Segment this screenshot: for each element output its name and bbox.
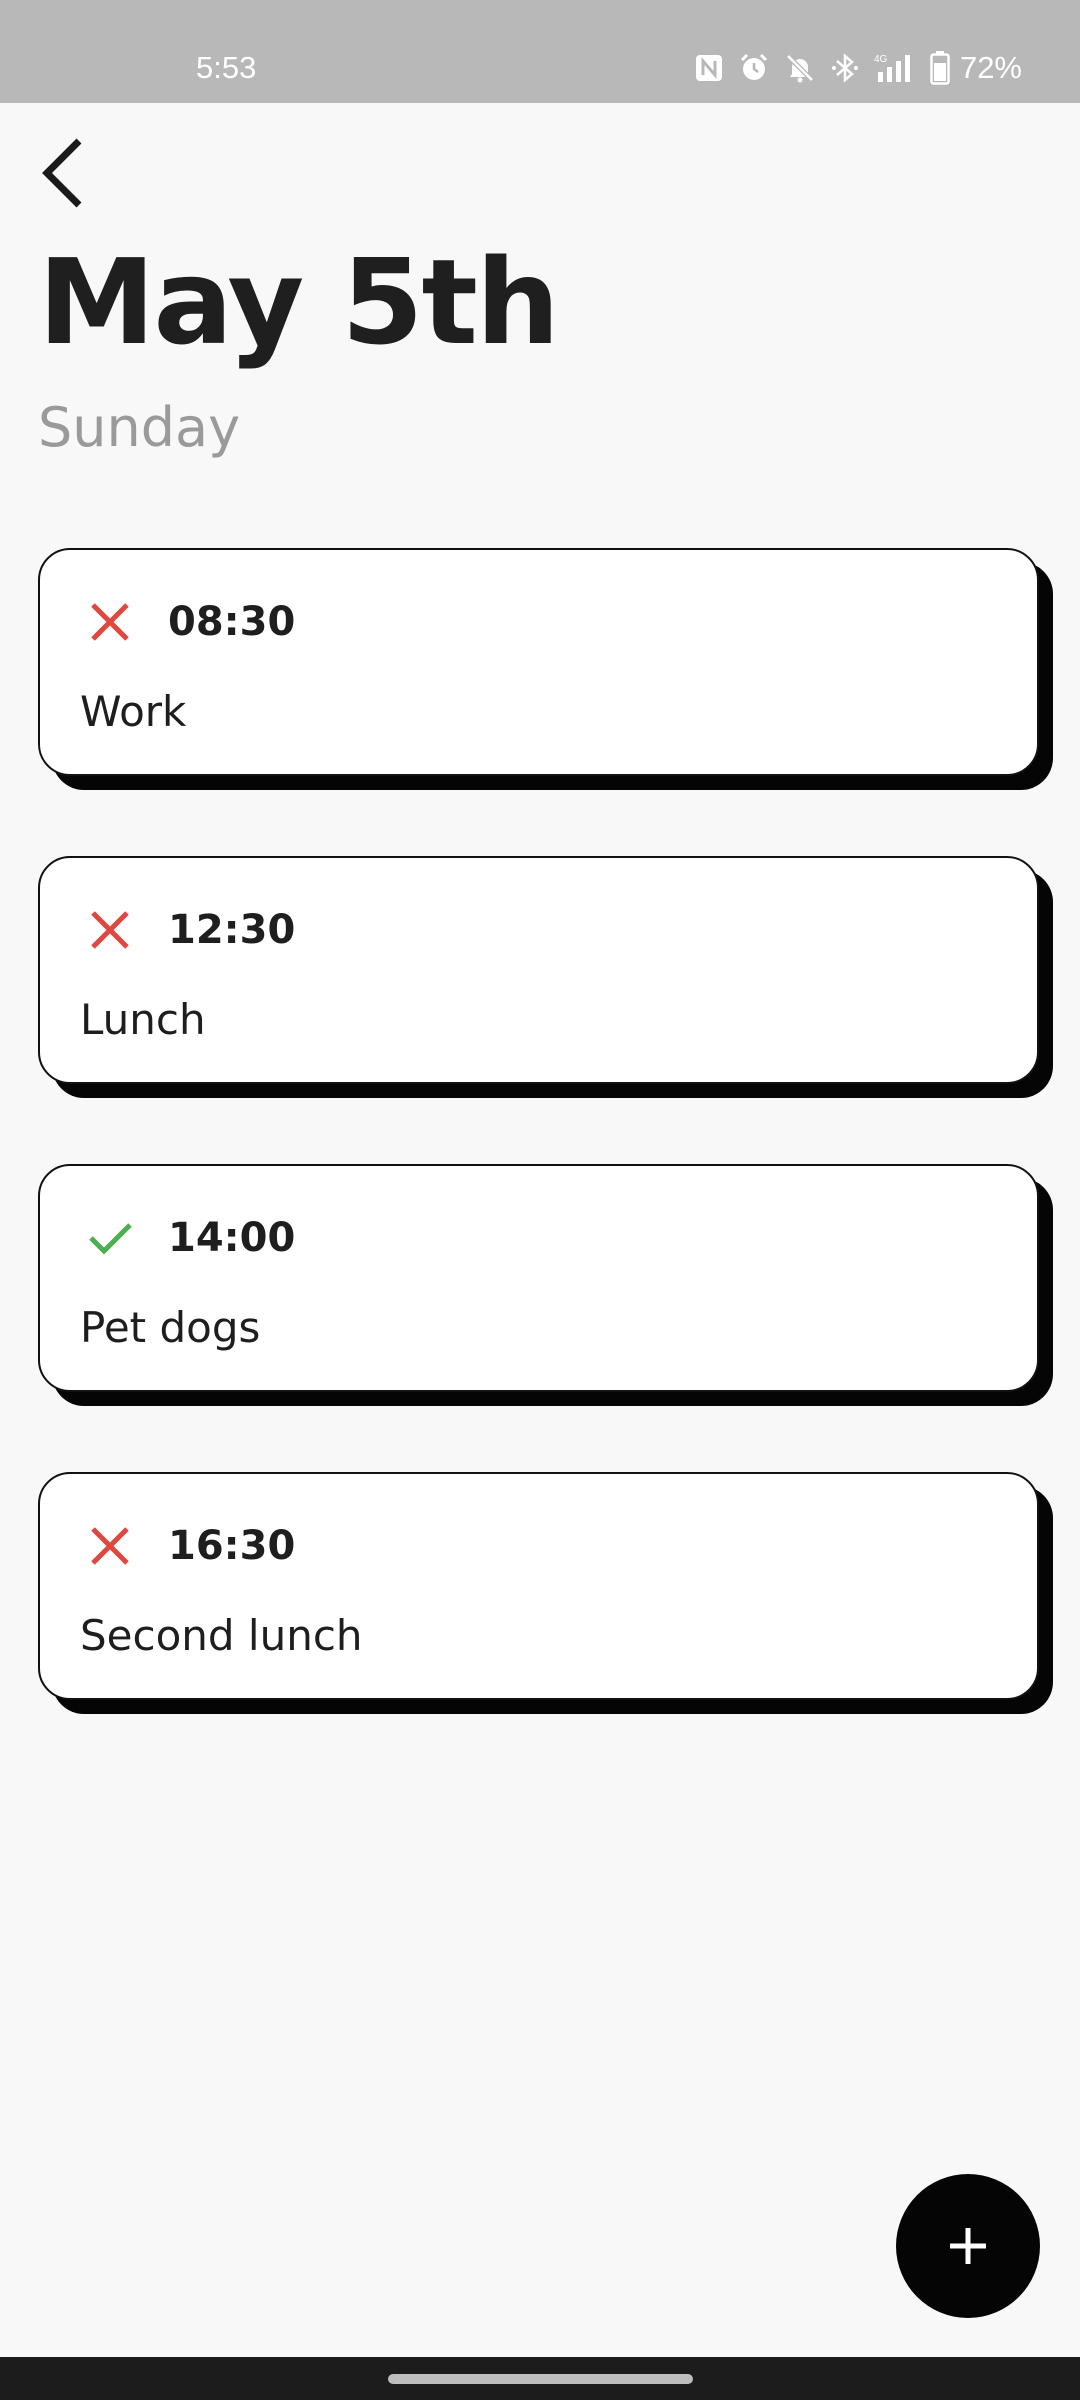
task-time: 14:00 [168,1215,296,1261]
status-bar: 5:53 4G 72% [0,0,1080,103]
cross-icon[interactable] [88,908,132,952]
mute-icon [784,52,816,84]
battery-icon [930,51,950,85]
task-card[interactable]: 16:30 Second lunch [38,1472,1039,1700]
task-time: 08:30 [168,599,296,645]
bluetooth-icon [830,52,860,84]
page-subtitle: Sunday [38,396,241,459]
status-icons: 4G 72% [694,46,1022,90]
task-time: 16:30 [168,1523,296,1569]
battery-percentage: 72% [959,50,1022,85]
task-time: 12:30 [168,907,296,953]
task-card[interactable]: 12:30 Lunch [38,856,1039,1084]
task-title: Second lunch [80,1611,363,1660]
chevron-left-icon [42,138,82,208]
task-title: Lunch [80,995,206,1044]
check-icon[interactable] [88,1216,132,1260]
back-button[interactable] [28,130,98,216]
task-list: 08:30 Work 12:30 Lunch 14:00 Pet dogs 16… [38,548,1053,1780]
navigation-bar [0,2357,1080,2400]
svg-text:4G: 4G [874,54,888,65]
nfc-icon [694,53,724,83]
home-gesture-handle[interactable] [388,2374,693,2384]
cross-icon[interactable] [88,600,132,644]
task-card[interactable]: 14:00 Pet dogs [38,1164,1039,1392]
page-title: May 5th [38,233,560,371]
plus-icon [950,2228,986,2264]
screen: 5:53 4G 72% May 5th Sunday 08:30 Work 12… [0,0,1080,2400]
status-time: 5:53 [196,50,257,85]
task-title: Pet dogs [80,1303,261,1352]
task-card[interactable]: 08:30 Work [38,548,1039,776]
signal-4g-icon: 4G [874,52,916,84]
add-task-button[interactable] [896,2174,1040,2318]
alarm-icon [738,52,770,84]
cross-icon[interactable] [88,1524,132,1568]
task-title: Work [80,687,187,736]
